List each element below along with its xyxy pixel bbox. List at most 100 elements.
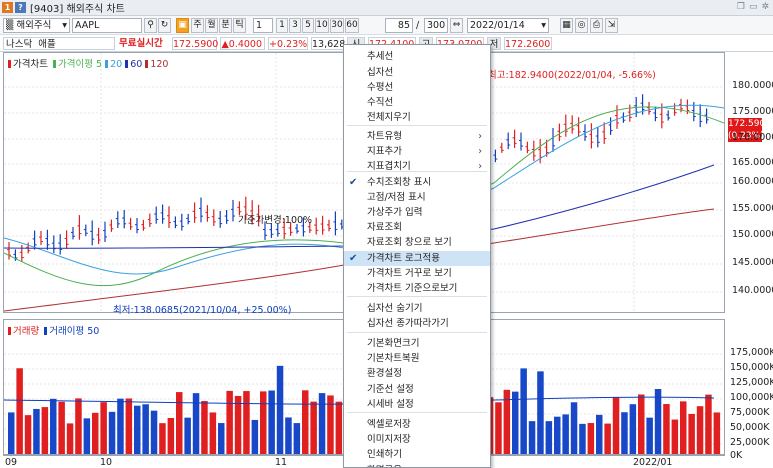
price-axis-label: 150.0000 — [732, 229, 773, 240]
minute-button[interactable]: 분 — [219, 18, 232, 33]
volume-bar — [83, 418, 91, 454]
volume-bar — [663, 404, 670, 454]
volume-bar — [604, 423, 611, 454]
menu-item[interactable]: ✔ 수치조회창 표시 — [344, 175, 490, 190]
count-input[interactable]: 85 — [385, 18, 413, 33]
menu-item[interactable]: 전체지우기 — [344, 110, 490, 125]
calendar-icon[interactable]: ▣ — [176, 18, 189, 33]
chart-tool-icon[interactable]: ▦ — [560, 18, 573, 33]
menu-item[interactable]: 인쇄하기 — [344, 447, 490, 462]
print-icon[interactable]: ⎙ — [590, 18, 603, 33]
volume-bar — [58, 401, 65, 454]
minimize-icon[interactable]: ▭ — [749, 2, 758, 12]
volume-axis-label: 175,000K — [730, 347, 773, 358]
volume-bar — [587, 423, 595, 454]
menu-item[interactable]: 추세선 — [344, 49, 490, 64]
volume-bar — [92, 412, 99, 454]
market-select[interactable]: ▒ 해외주식 ▾ — [3, 18, 70, 33]
menu-item[interactable]: 수평선 — [344, 80, 490, 95]
volume-axis-label: 25,000K — [730, 437, 770, 448]
volume-bar — [562, 414, 569, 454]
menu-item[interactable]: 엑셀로저장 — [344, 417, 490, 432]
volume-axis-label: 50,000K — [730, 422, 770, 433]
volume-bar — [226, 390, 233, 454]
period-3-button[interactable]: 3 — [289, 18, 301, 33]
volume-bar — [150, 410, 158, 454]
price-change: ▲0.4000 — [220, 37, 265, 50]
ticker-input[interactable]: AAPL — [72, 18, 142, 33]
x-tick: 2022/01 — [633, 457, 673, 468]
volume-bar — [688, 413, 695, 454]
menu-item[interactable]: 기본차트복원 — [344, 351, 490, 366]
volume-bar — [50, 398, 57, 454]
menu-item[interactable]: 차트유형 › — [344, 129, 490, 144]
menu-item[interactable]: 십자선 종가따라가기 — [344, 316, 490, 331]
menu-item-label: 시세바 설정 — [367, 399, 414, 410]
menu-item[interactable]: 십자선 숨기기 — [344, 301, 490, 316]
menu-item[interactable]: 이미지저장 — [344, 432, 490, 447]
base-annotation: 기준가변경:100% — [238, 215, 313, 226]
menu-item[interactable]: 기본화면크기 — [344, 336, 490, 351]
volume-bar — [75, 398, 82, 454]
menu-item[interactable]: 환경설정 — [344, 366, 490, 381]
reset-icon[interactable]: ↻ — [158, 18, 171, 33]
menu-item[interactable]: 지표추가 › — [344, 144, 490, 159]
menu-item-label: 수직선 — [367, 97, 394, 108]
period-10-button[interactable]: 10 — [315, 18, 329, 33]
count-total-input[interactable]: 300 — [424, 18, 448, 33]
search-icon[interactable]: ⚲ — [144, 18, 157, 33]
date-input[interactable]: 2022/01/14 ▾ — [467, 18, 549, 33]
settings-icon[interactable]: ✲ — [761, 2, 769, 12]
volume-bar — [184, 417, 191, 454]
menu-item-label: 전체지우기 — [367, 112, 411, 123]
volume-bar — [545, 421, 553, 454]
period-60-button[interactable]: 60 — [345, 18, 359, 33]
price-axis-label: 165.0000 — [732, 157, 773, 168]
volume-axis-label: 75,000K — [730, 407, 770, 418]
menu-item[interactable]: 십자선 — [344, 65, 490, 80]
help-badge[interactable]: ? — [15, 2, 26, 13]
menu-item-label: 엑셀로저장 — [367, 419, 411, 430]
menu-item[interactable]: 가격차트 거꾸로 보기 — [344, 266, 490, 281]
price-axis-label: 175.0000 — [732, 106, 773, 117]
context-menu: 추세선 십자선 수평선 수직선 전체지우기 차트유형 › 지표추가 › 지표겹치기 › ✔ 수치조회창 … — [343, 44, 491, 468]
volume-bar — [612, 396, 620, 454]
volume-bar — [646, 417, 653, 454]
menu-item[interactable]: 자료조회 — [344, 220, 490, 235]
restore-icon[interactable]: ❐ — [737, 2, 745, 12]
period-30-button[interactable]: 30 — [330, 18, 344, 33]
indicator-icon[interactable]: ◎ — [575, 18, 588, 33]
menu-item[interactable]: 가격차트 기준으로보기 — [344, 281, 490, 296]
period-5-button[interactable]: 5 — [302, 18, 314, 33]
menu-item-label: 수치조회창 표시 — [367, 177, 432, 188]
day-button[interactable]: 주 — [191, 18, 204, 33]
date-value: 2022/01/14 — [470, 20, 525, 31]
menu-item[interactable]: 자료조회 창으로 보기 — [344, 235, 490, 250]
volume-bar — [302, 390, 309, 454]
menu-item[interactable]: 고점/저점 표시 — [344, 190, 490, 205]
zoom-icon[interactable]: ⇔ — [450, 18, 463, 33]
export-icon[interactable]: ⇲ — [605, 18, 618, 33]
chart-window: 1 ? [9403] 해외주식 차트 ❐ ▭ ✲ ▒ 해외주식 ▾ AAPL ⚲ … — [0, 0, 773, 468]
volume-bar — [8, 412, 15, 454]
legend-marker — [105, 60, 109, 68]
volume-bar — [680, 401, 687, 454]
month-button[interactable]: 월 — [205, 18, 218, 33]
check-icon: ✔ — [349, 177, 358, 188]
check-icon: ✔ — [349, 253, 358, 264]
stock-name-field: 나스닥 애플 — [3, 37, 115, 50]
volume-bar — [310, 401, 317, 454]
menu-item[interactable]: 기준선 설정 — [344, 382, 490, 397]
menu-separator — [347, 125, 487, 126]
volume-bar — [671, 419, 679, 454]
tick-button[interactable]: 틱 — [233, 18, 246, 33]
menu-item[interactable]: 가상주가 입력 — [344, 205, 490, 220]
menu-item[interactable]: ✔ 가격차트 로그적용 — [344, 251, 490, 266]
volume-bar — [142, 404, 149, 454]
menu-item[interactable]: 화면공유 — [344, 463, 490, 467]
menu-item[interactable]: 수직선 — [344, 95, 490, 110]
menu-item[interactable]: 시세바 설정 — [344, 397, 490, 412]
menu-item-label: 지표추가 — [367, 146, 402, 157]
period-select[interactable]: 1 — [253, 18, 273, 33]
period-1-button[interactable]: 1 — [276, 18, 288, 33]
